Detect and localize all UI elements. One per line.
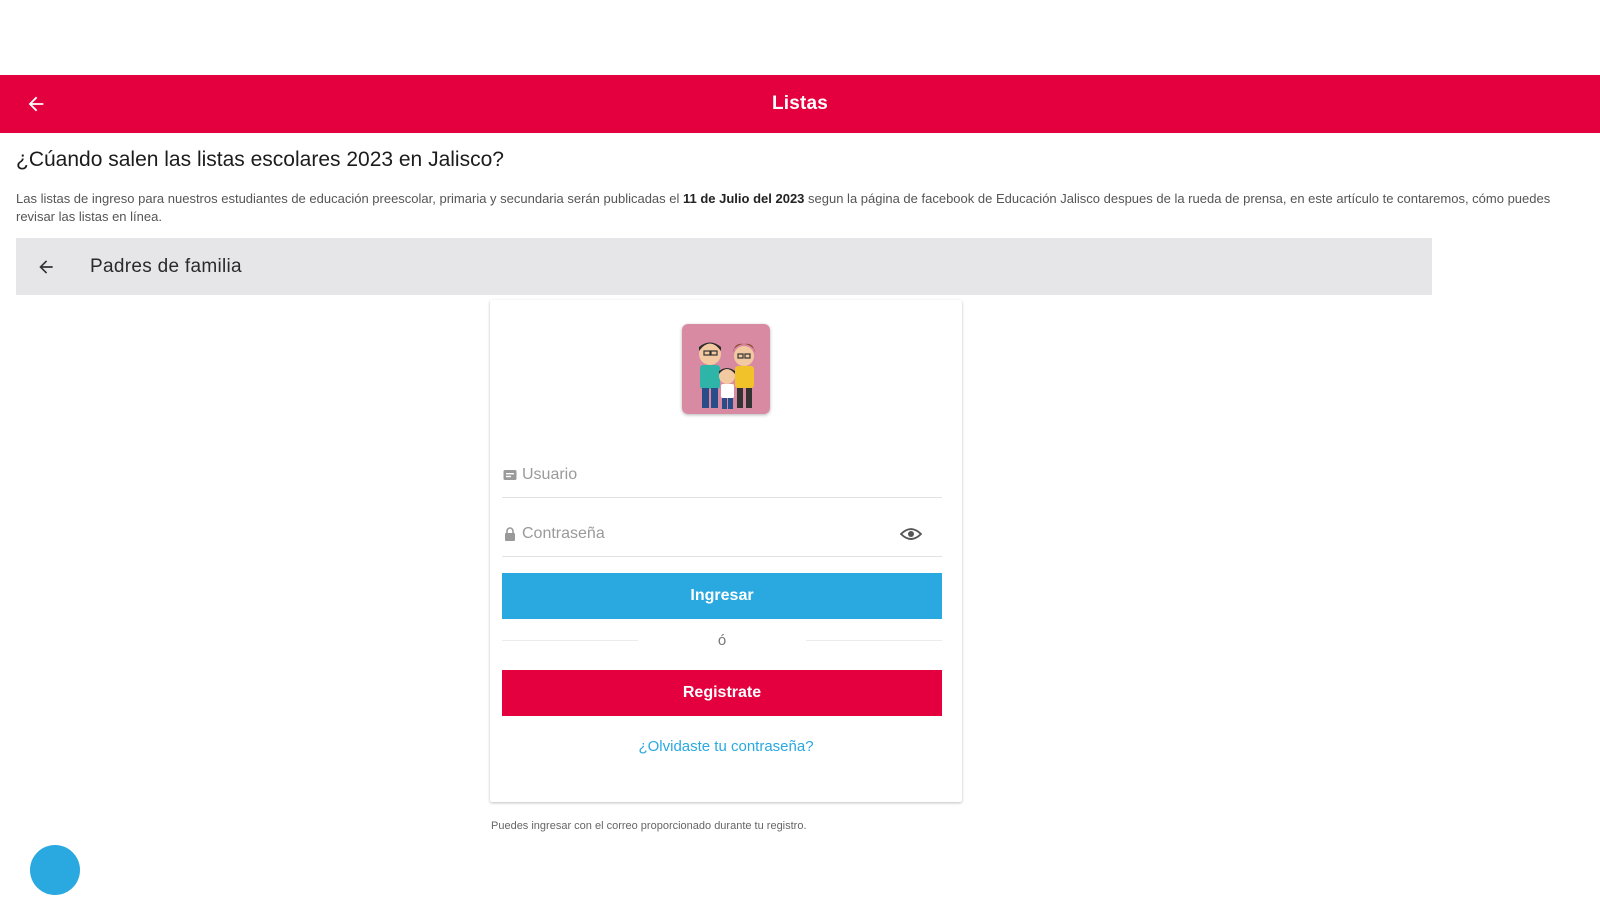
app-bar: Listas [0, 75, 1600, 133]
article-headline: ¿Cúando salen las listas escolares 2023 … [16, 148, 504, 171]
back-arrow-icon[interactable] [22, 90, 50, 118]
password-field [502, 511, 942, 557]
user-card-icon [502, 467, 518, 483]
divider-line-left [502, 639, 638, 641]
article-intro: Las listas de ingreso para nuestros estu… [16, 190, 1588, 226]
intro-date: 11 de Julio del 2023 [683, 191, 805, 206]
show-password-eye-icon[interactable] [898, 524, 924, 544]
section-header: Padres de familia [16, 238, 1432, 295]
forgot-password-link[interactable]: ¿Olvidaste tu contraseña? [490, 738, 962, 755]
divider-line-right [806, 639, 942, 641]
intro-text-start: Las listas de ingreso para nuestros estu… [16, 191, 683, 206]
login-hint-note: Puedes ingresar con el correo proporcion… [491, 820, 807, 832]
login-button[interactable]: Ingresar [502, 573, 942, 619]
register-button[interactable]: Registrate [502, 670, 942, 716]
lock-icon [502, 526, 518, 542]
password-input[interactable] [522, 524, 898, 543]
username-input[interactable] [522, 465, 942, 484]
or-label: ó [717, 631, 727, 649]
username-field [502, 452, 942, 498]
section-title: Padres de familia [90, 255, 242, 277]
family-avatar-image [682, 324, 770, 414]
floating-action-button[interactable] [30, 845, 80, 895]
login-card: Ingresar ó Registrate ¿Olvidaste tu cont… [490, 300, 962, 802]
or-divider: ó [502, 620, 942, 660]
app-title: Listas [771, 93, 829, 114]
section-back-arrow-icon[interactable] [32, 253, 60, 281]
